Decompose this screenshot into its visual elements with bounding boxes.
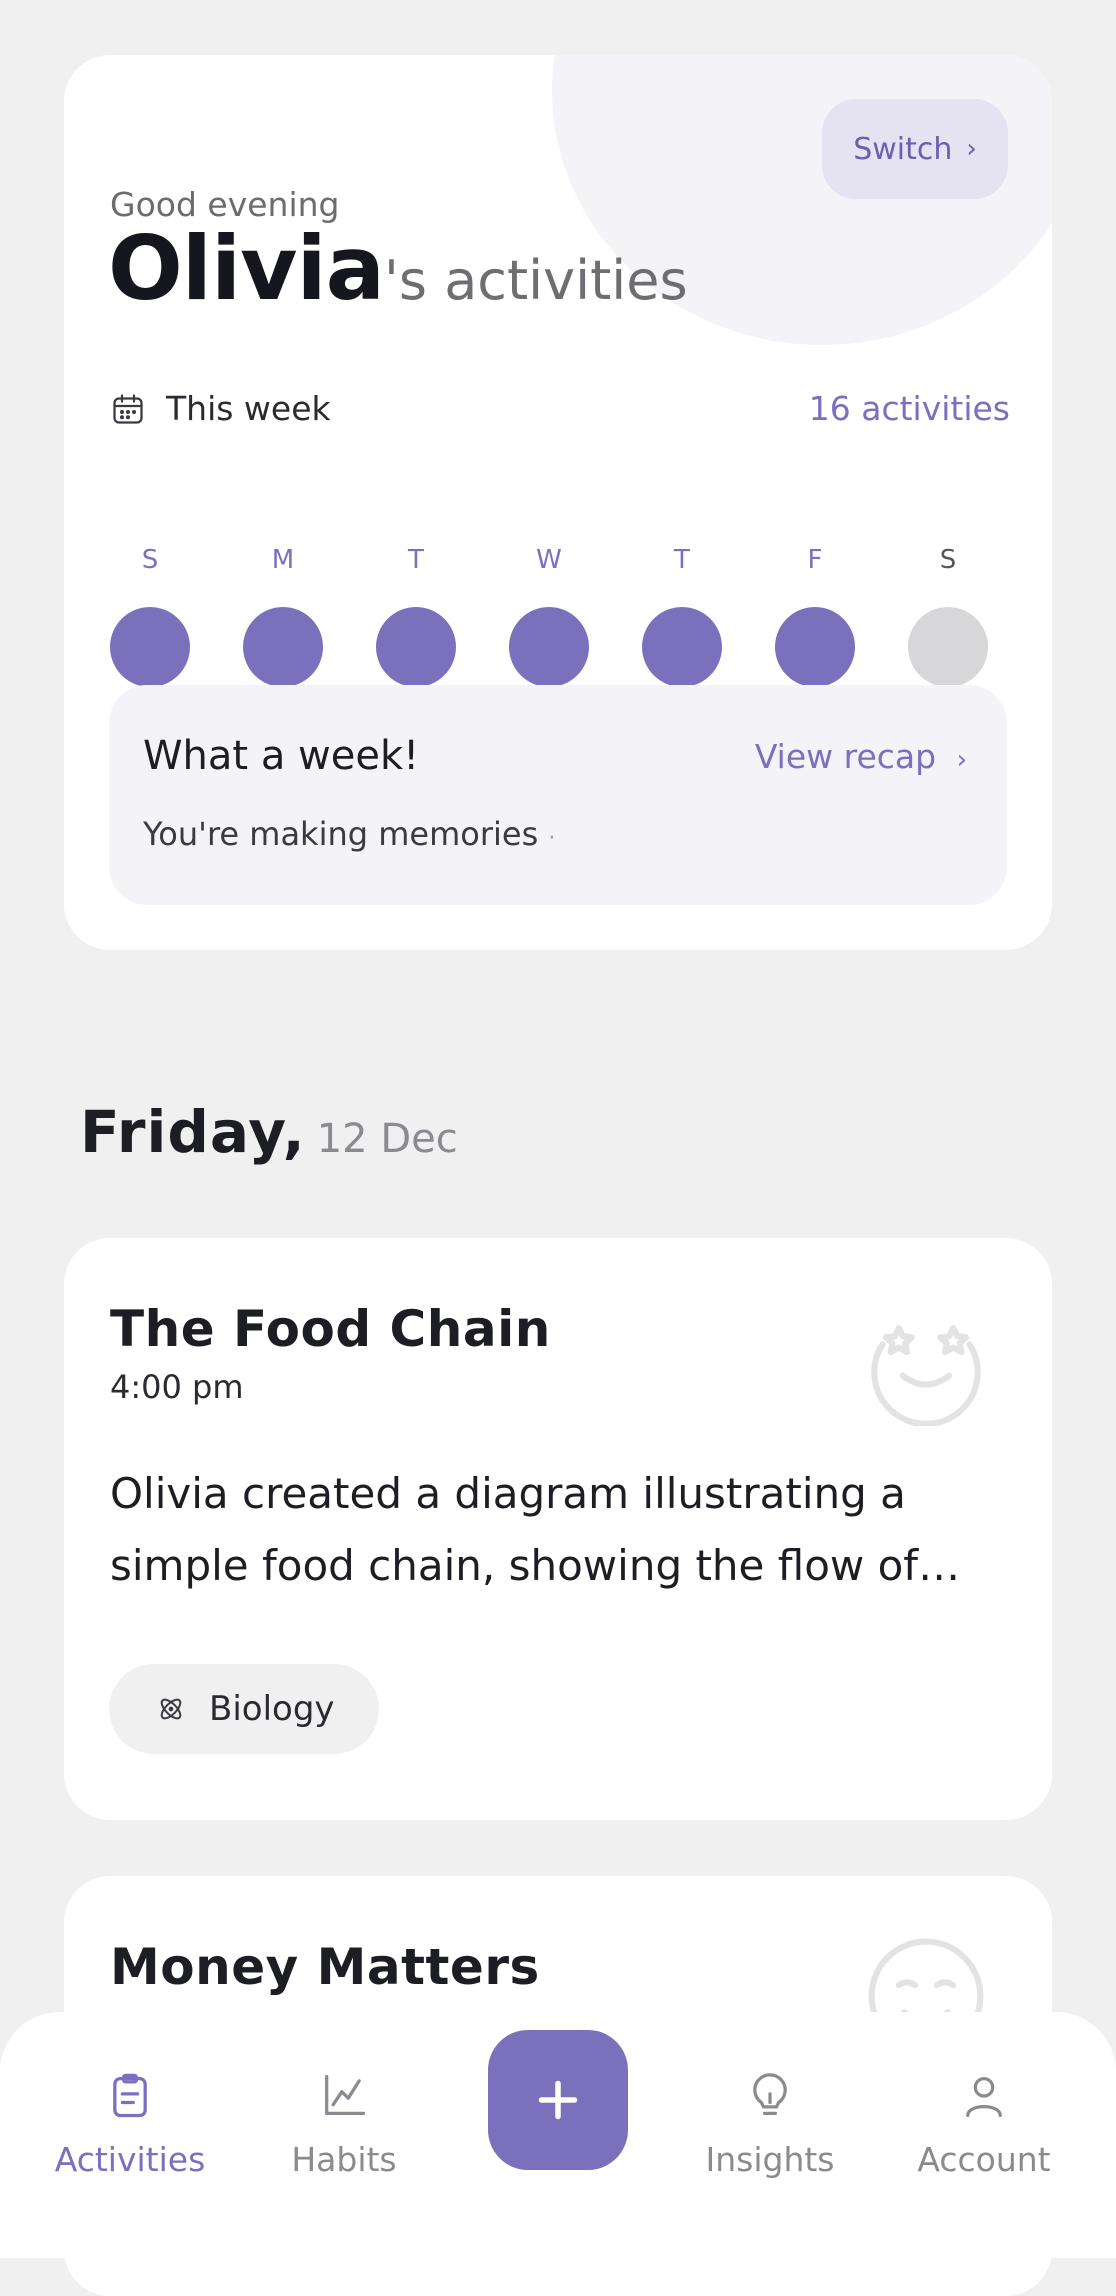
recap-subtitle-text: You're making memories	[143, 815, 539, 853]
day-indicator	[908, 607, 988, 687]
day-friday[interactable]: F	[775, 545, 855, 687]
subject-tag-label: Biology	[209, 1689, 335, 1729]
page-title: Olivia's activities	[108, 217, 688, 320]
day-indicator	[509, 607, 589, 687]
plus-icon	[538, 2080, 578, 2120]
date-heading: Friday, 12 Dec	[80, 1098, 458, 1166]
title-suffix: 's activities	[384, 249, 688, 312]
nav-insights[interactable]: Insights	[660, 2070, 880, 2179]
day-letter: S	[939, 545, 957, 575]
activity-count[interactable]: 16 activities	[809, 389, 1010, 428]
view-recap-label: View recap	[754, 737, 937, 776]
day-letter: S	[141, 545, 159, 575]
nav-activities[interactable]: Activities	[20, 2070, 240, 2179]
day-monday[interactable]: M	[243, 545, 323, 687]
activity-title: The Food Chain	[110, 1300, 551, 1358]
week-summary-row: This week 16 activities	[110, 381, 1010, 441]
day-indicator	[243, 607, 323, 687]
calendar-icon	[113, 394, 143, 424]
day-indicator	[775, 607, 855, 687]
atom-icon	[160, 1698, 182, 1720]
nav-habits[interactable]: Habits	[234, 2070, 454, 2179]
day-indicator	[376, 607, 456, 687]
switch-child-button[interactable]: Switch ›	[822, 99, 1008, 199]
day-letter: T	[674, 545, 690, 575]
clipboard-icon	[113, 2073, 147, 2118]
day-thursday[interactable]: T	[642, 545, 722, 687]
day-indicator	[110, 607, 190, 687]
recap-title: What a week!	[143, 733, 420, 779]
weekly-recap-box[interactable]: What a week! View recap › You're making …	[109, 685, 1007, 905]
activities-summary-card: Good evening Switch › Olivia's activitie…	[64, 55, 1052, 950]
week-label: This week	[166, 389, 331, 428]
day-letter: M	[271, 545, 295, 575]
switch-button-label: Switch	[853, 131, 953, 167]
chevron-right-icon: ›	[956, 745, 967, 775]
day-tuesday[interactable]: T	[376, 545, 456, 687]
star-eyes-face-icon	[871, 1325, 981, 1426]
recap-subtitle: You're making memories ·	[143, 815, 555, 853]
chart-line-icon	[325, 2074, 366, 2115]
date-day: Friday,	[80, 1098, 306, 1166]
nav-label: Account	[917, 2140, 1051, 2179]
user-icon	[966, 2077, 1002, 2118]
nav-account[interactable]: Account	[874, 2070, 1094, 2179]
week-days-tracker: S M T W T F S	[110, 545, 1014, 705]
bottom-navigation: Activities Habits Insights Account	[0, 2012, 1116, 2258]
day-letter: W	[536, 545, 562, 575]
activity-time: 4:00 pm	[110, 1368, 244, 1406]
day-saturday[interactable]: S	[908, 545, 988, 687]
dot-icon: ·	[548, 826, 556, 851]
date-date: 12 Dec	[316, 1116, 458, 1162]
day-letter: T	[408, 545, 424, 575]
nav-label: Habits	[291, 2140, 397, 2179]
nav-label: Insights	[705, 2140, 835, 2179]
nav-label: Activities	[54, 2140, 206, 2179]
view-recap-link[interactable]: View recap ›	[755, 737, 967, 776]
day-sunday[interactable]: S	[110, 545, 190, 687]
day-indicator	[642, 607, 722, 687]
day-letter: F	[807, 545, 823, 575]
activity-card[interactable]: The Food Chain 4:00 pm Olivia created a …	[64, 1238, 1052, 1820]
chevron-right-icon: ›	[966, 134, 977, 164]
day-wednesday[interactable]: W	[509, 545, 589, 687]
subject-tag[interactable]: Biology	[109, 1664, 379, 1754]
lightbulb-icon	[753, 2073, 787, 2115]
activity-description: Olivia created a diagram illustrating a …	[110, 1469, 919, 1590]
child-name: Olivia	[108, 217, 385, 320]
add-activity-button[interactable]	[488, 2030, 628, 2170]
activity-title: Money Matters	[110, 1938, 540, 1996]
